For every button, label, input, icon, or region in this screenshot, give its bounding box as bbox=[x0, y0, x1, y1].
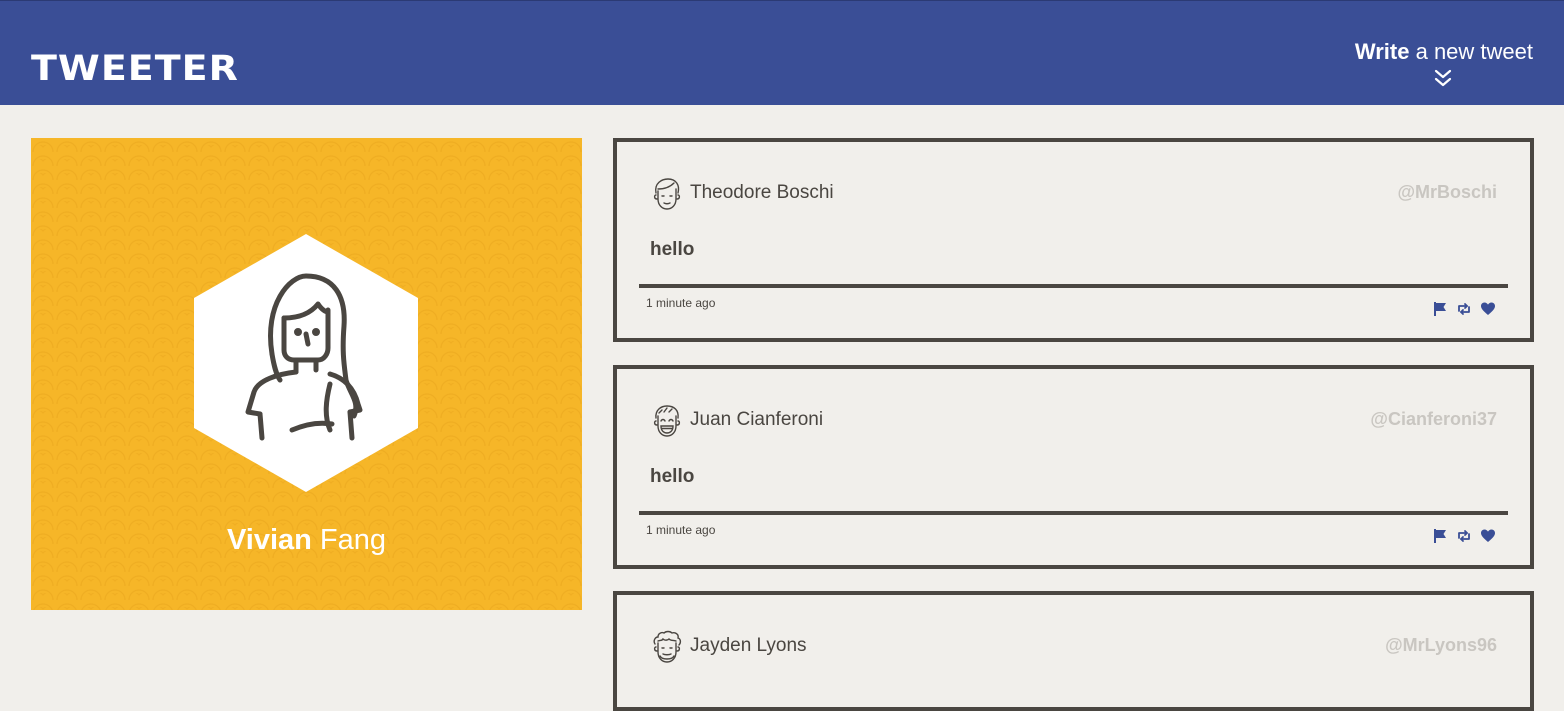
compose-label-rest: a new tweet bbox=[1415, 39, 1533, 64]
profile-card: Vivian Fang bbox=[31, 138, 582, 610]
tweet-divider bbox=[639, 511, 1508, 515]
curly-hair-avatar-icon bbox=[653, 630, 682, 663]
tweet-author: Juan Cianferoni bbox=[690, 409, 824, 430]
tweet-time: 1 minute ago bbox=[646, 523, 716, 537]
tweet-actions bbox=[1432, 528, 1496, 544]
retweet-icon[interactable] bbox=[1456, 301, 1472, 317]
tweet-card: Jayden Lyons @MrLyons96 bbox=[613, 591, 1534, 711]
tweet-header: Juan Cianferoni @Cianferoni37 bbox=[650, 401, 1497, 441]
tweet-body: hello bbox=[650, 239, 695, 260]
profile-last-name: Fang bbox=[319, 524, 387, 556]
heart-icon[interactable] bbox=[1480, 301, 1496, 317]
top-nav: TWEETER Write a new tweet bbox=[0, 0, 1564, 105]
retweet-icon[interactable] bbox=[1456, 528, 1472, 544]
profile-avatar bbox=[194, 234, 418, 492]
tweet-card: Theodore Boschi @MrBoschi hello 1 minute… bbox=[613, 138, 1534, 342]
double-chevron-down-icon[interactable] bbox=[1434, 68, 1452, 88]
profile-name: Vivian Fang bbox=[31, 522, 582, 558]
woman-avatar-icon bbox=[194, 234, 418, 492]
tweet-header: Jayden Lyons @MrLyons96 bbox=[650, 627, 1497, 667]
flag-icon[interactable] bbox=[1432, 301, 1448, 317]
tweet-time: 1 minute ago bbox=[646, 296, 716, 310]
tweet-divider bbox=[639, 284, 1508, 288]
man-avatar-icon bbox=[653, 178, 681, 210]
tweet-handle: @MrLyons96 bbox=[1385, 635, 1497, 655]
tweet-author: Jayden Lyons bbox=[690, 635, 807, 656]
tweet-card: Juan Cianferoni @Cianferoni37 hello 1 mi… bbox=[613, 365, 1534, 569]
tweet-actions bbox=[1432, 301, 1496, 317]
brand-logo[interactable]: TWEETER bbox=[31, 47, 239, 89]
compose-toggle[interactable]: Write a new tweet bbox=[1355, 38, 1533, 88]
profile-first-name: Vivian bbox=[226, 524, 312, 556]
tweet-handle: @Cianferoni37 bbox=[1370, 409, 1497, 429]
laughing-man-avatar-icon bbox=[653, 405, 681, 437]
compose-label-bold: Write bbox=[1354, 39, 1410, 64]
flag-icon[interactable] bbox=[1432, 528, 1448, 544]
compose-label[interactable]: Write a new tweet bbox=[1355, 38, 1533, 66]
heart-icon[interactable] bbox=[1480, 528, 1496, 544]
tweet-author: Theodore Boschi bbox=[690, 182, 834, 203]
tweet-header: Theodore Boschi @MrBoschi bbox=[650, 174, 1497, 214]
tweet-handle: @MrBoschi bbox=[1397, 182, 1497, 202]
tweet-body: hello bbox=[650, 466, 695, 487]
